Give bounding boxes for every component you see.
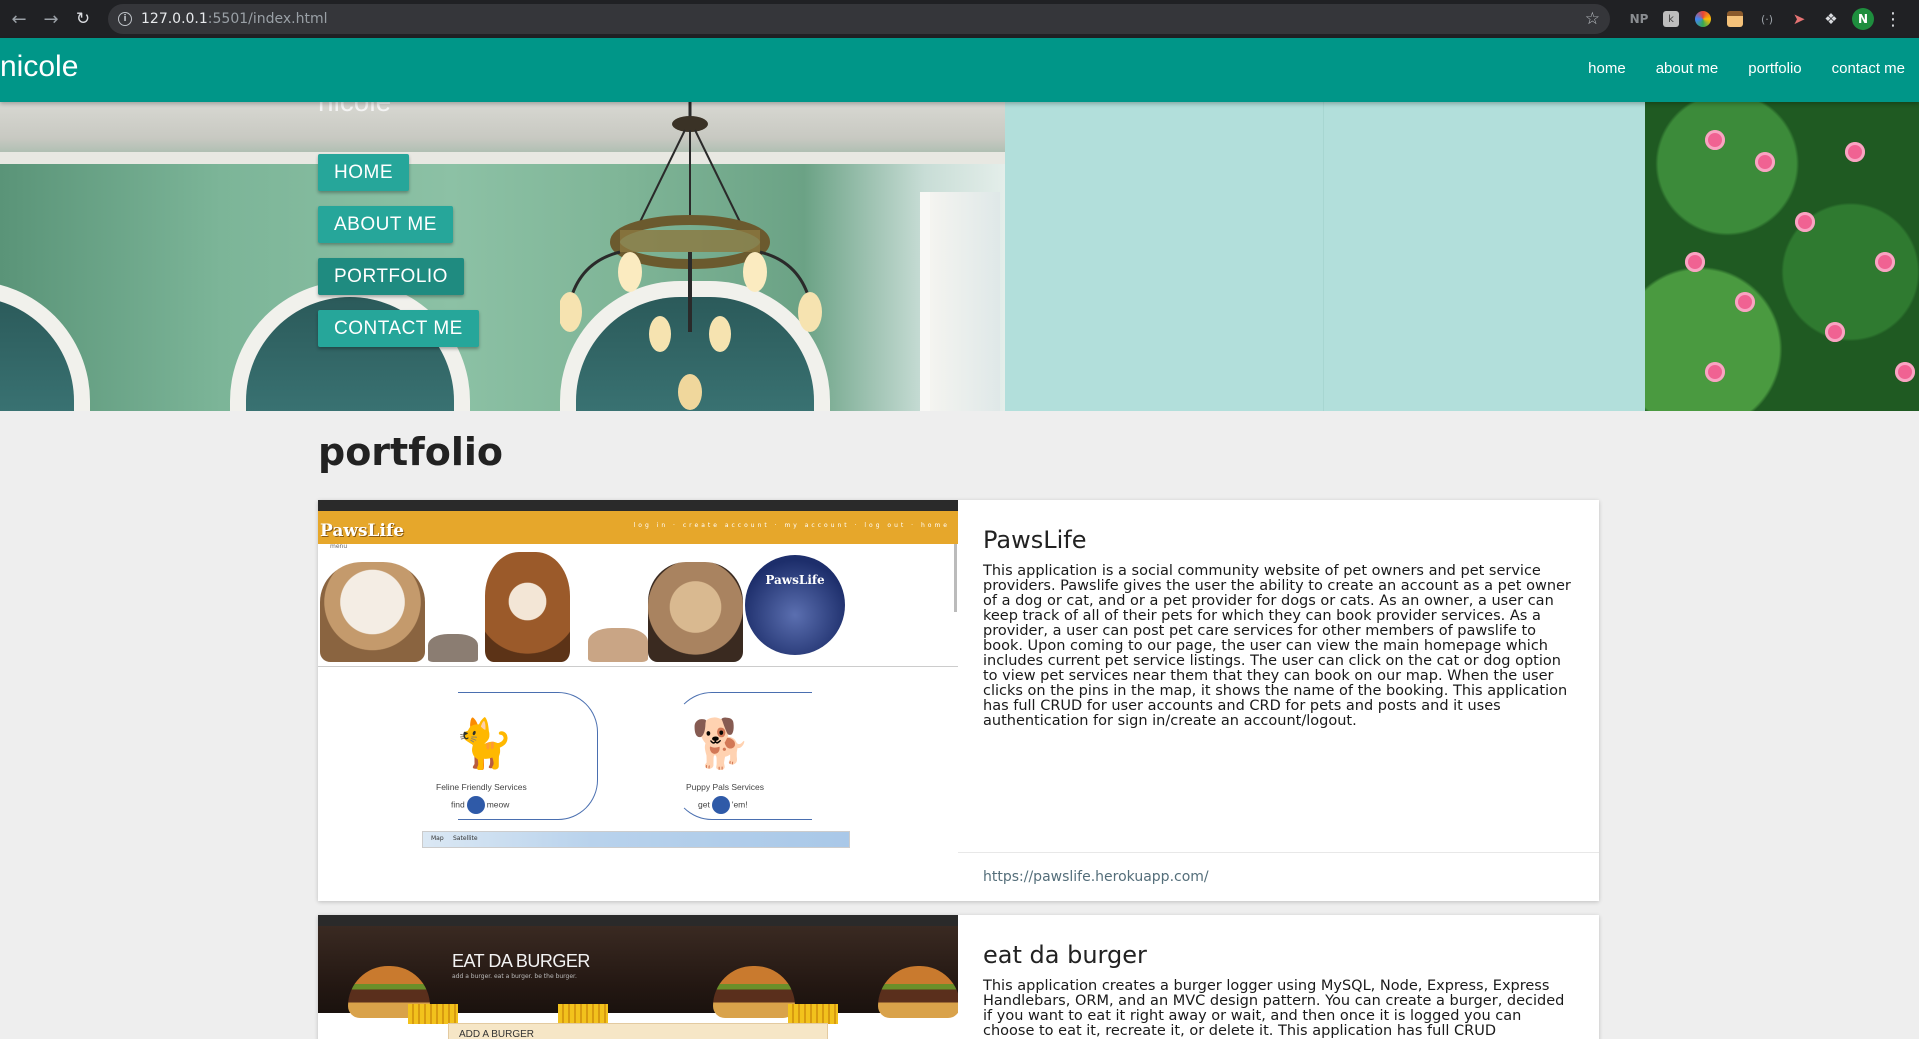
bookmark-star-icon[interactable]: ☆ xyxy=(1585,9,1600,29)
address-bar[interactable]: i 127.0.0.1:5501/index.html ☆ xyxy=(108,4,1610,34)
k-extension-icon[interactable]: k xyxy=(1663,11,1679,27)
project-title: eat da burger xyxy=(983,941,1147,969)
pawslife-nav-icons: log in · create account · my account · l… xyxy=(633,522,950,529)
cat-icon: 🐈 xyxy=(454,716,514,772)
site-navbar: nicole home about me portfolio contact m… xyxy=(0,38,1919,102)
add-burger-form: ADD A BURGER xyxy=(448,1023,828,1039)
code-extension-icon[interactable]: (·) xyxy=(1756,8,1778,30)
forward-arrow-icon[interactable]: → xyxy=(38,6,64,32)
hero-teal-panel xyxy=(1005,102,1645,411)
hero-button-about-me[interactable]: ABOUT ME xyxy=(318,206,453,243)
burger-header-image xyxy=(318,926,958,1024)
pawslife-card-body: PawsLife This application is a social co… xyxy=(958,500,1599,901)
project-title: PawsLife xyxy=(983,526,1087,554)
project-link[interactable]: https://pawslife.herokuapp.com/ xyxy=(983,869,1209,885)
url-path: :5501/index.html xyxy=(207,11,328,27)
nav-link-about-me[interactable]: about me xyxy=(1656,60,1719,77)
color-wheel-extension-icon[interactable] xyxy=(1695,11,1711,27)
feline-service-label: Feline Friendly Services xyxy=(436,782,527,792)
project-card-eat-da-burger: EAT DA BURGER add a burger. eat a burger… xyxy=(318,915,1599,1039)
hero-banner: nicole HOME ABOUT ME PORTFOLIO CONTACT M… xyxy=(0,102,1919,411)
hero-button-portfolio[interactable]: PORTFOLIO xyxy=(318,258,464,295)
puzzle-extensions-icon[interactable]: ❖ xyxy=(1820,8,1842,30)
chandelier-image xyxy=(560,102,822,410)
dog-icon: 🐕 xyxy=(691,716,751,772)
pawslife-screenshot: PawsLife log in · create account · my ac… xyxy=(318,500,958,901)
brand-logo[interactable]: nicole xyxy=(0,50,78,84)
hero-button-home[interactable]: HOME xyxy=(318,154,409,191)
puppy-service-label: Puppy Pals Services xyxy=(686,782,764,792)
hero-menu: HOME ABOUT ME PORTFOLIO CONTACT ME xyxy=(318,154,479,347)
face-extension-icon[interactable] xyxy=(1727,11,1743,27)
burger-screenshot: EAT DA BURGER add a burger. eat a burger… xyxy=(318,915,958,1039)
info-icon[interactable]: i xyxy=(118,12,132,26)
project-description: This application creates a burger logger… xyxy=(983,978,1565,1039)
hero-flowers-photo xyxy=(1645,102,1919,411)
pawslife-circle-logo: PawsLife xyxy=(745,555,845,655)
burger-app-title: EAT DA BURGER xyxy=(452,951,590,971)
back-arrow-icon[interactable]: ← xyxy=(6,6,32,32)
nav-link-portfolio[interactable]: portfolio xyxy=(1748,60,1801,77)
pawslife-map-strip: Map Satellite xyxy=(422,831,850,848)
hero-title: nicole xyxy=(318,102,391,118)
arrow-extension-icon[interactable]: ➤ xyxy=(1788,8,1810,30)
extensions-area: NP k (·) ➤ ❖ N ⋮ xyxy=(1628,8,1902,30)
burger-app-subtitle: add a burger. eat a burger. be the burge… xyxy=(452,973,577,980)
burger-card-body: eat da burger This application creates a… xyxy=(958,915,1599,1039)
page-title: portfolio xyxy=(318,430,504,474)
puppy-cta: get'em! xyxy=(698,796,748,814)
pawslife-menu-label: menu xyxy=(330,543,348,550)
nav-links: home about me portfolio contact me xyxy=(1588,60,1905,77)
pets-banner-image xyxy=(318,552,958,662)
feline-cta: find meow xyxy=(451,796,509,814)
url-host: 127.0.0.1 xyxy=(141,11,208,27)
hero-button-contact-me[interactable]: CONTACT ME xyxy=(318,310,479,347)
nav-link-home[interactable]: home xyxy=(1588,60,1626,77)
profile-avatar[interactable]: N xyxy=(1852,8,1874,30)
browser-toolbar: ← → ↻ i 127.0.0.1:5501/index.html ☆ NP k… xyxy=(0,0,1919,38)
hero-interior-photo xyxy=(0,102,1005,411)
project-description: This application is a social community w… xyxy=(983,563,1571,729)
pawslife-logo: PawsLife xyxy=(320,521,405,541)
project-card-pawslife: PawsLife log in · create account · my ac… xyxy=(318,500,1599,901)
np-extension-icon[interactable]: NP xyxy=(1628,8,1650,30)
reload-icon[interactable]: ↻ xyxy=(70,6,96,32)
nav-link-contact-me[interactable]: contact me xyxy=(1832,60,1905,77)
browser-menu-icon[interactable]: ⋮ xyxy=(1884,9,1902,30)
